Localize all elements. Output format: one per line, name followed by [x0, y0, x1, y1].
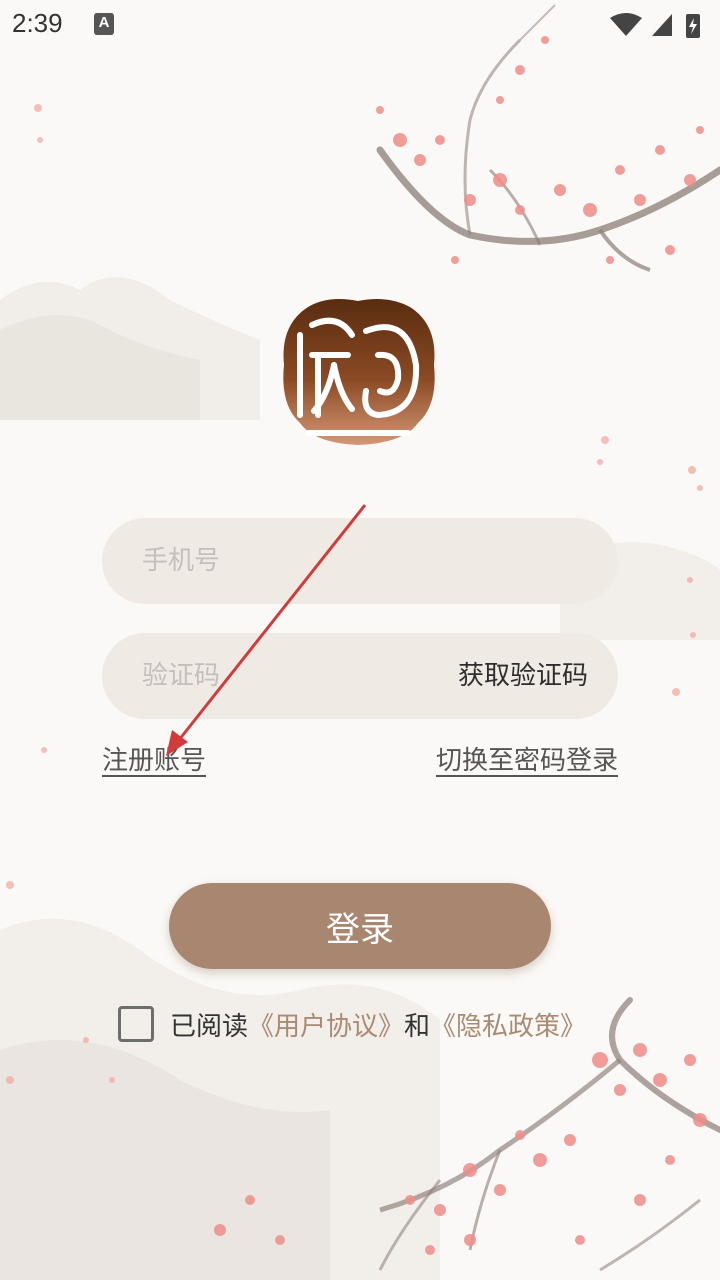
code-field-container: 获取验证码 — [102, 633, 618, 719]
app-logo — [283, 299, 435, 445]
phone-input[interactable] — [142, 518, 582, 604]
agreement-conjunction: 和 — [404, 1012, 431, 1042]
agreement-row: 已阅读《用户协议》和《隐私政策》 — [118, 1004, 638, 1044]
get-code-button[interactable]: 获取验证码 — [458, 633, 588, 719]
register-link[interactable]: 注册账号 — [102, 740, 206, 777]
user-agreement-link[interactable]: 《用户协议》 — [248, 1012, 404, 1042]
status-bar: 2:39 A — [0, 0, 720, 50]
agreement-text: 已阅读《用户协议》和《隐私政策》 — [170, 1006, 586, 1043]
wifi-icon — [610, 13, 642, 36]
verification-code-input[interactable] — [142, 633, 422, 719]
agreement-checkbox[interactable] — [118, 1006, 154, 1042]
login-button[interactable]: 登录 — [169, 883, 551, 969]
status-icons — [610, 13, 700, 38]
phone-field-container — [102, 518, 618, 604]
notification-app-icon: A — [94, 13, 114, 35]
agreement-prefix: 已阅读 — [170, 1012, 249, 1042]
signal-icon — [652, 14, 672, 36]
privacy-policy-link[interactable]: 《隐私政策》 — [430, 1012, 586, 1042]
switch-to-password-login-link[interactable]: 切换至密码登录 — [436, 740, 618, 777]
status-time: 2:39 — [12, 8, 63, 38]
